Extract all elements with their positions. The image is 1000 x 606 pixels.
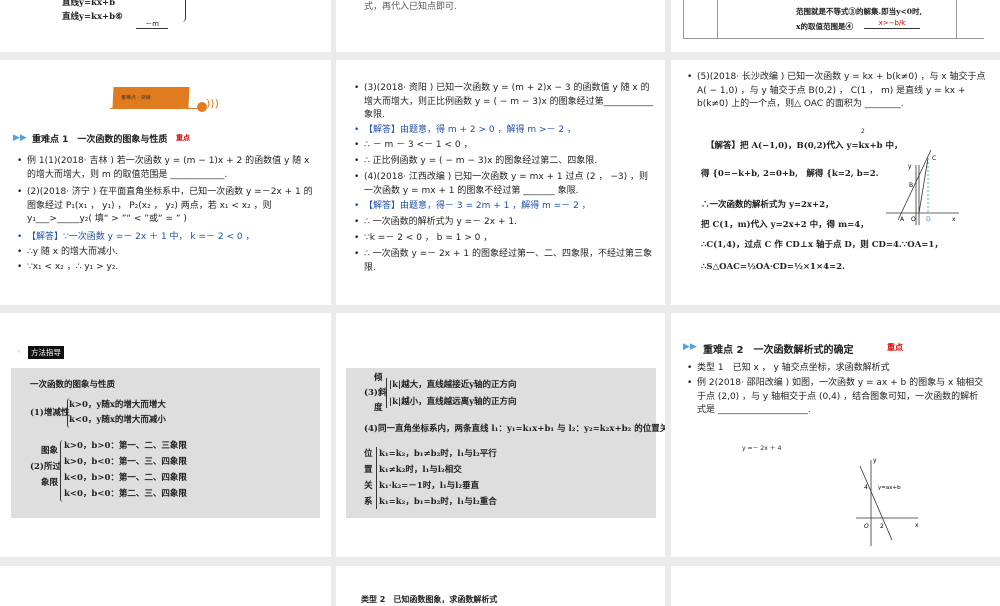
- bullet: (2)(2018· 济宁 ) 在平面直角坐标系中，已知一次函数 y =－2x +…: [17, 186, 317, 227]
- rule: (4)同一直角坐标系内，两条直线 l₁：y₁=k₁x+b₁ 与 l₂：y₂=k₂…: [364, 424, 665, 434]
- slide-thumbnail[interactable]: ▶▶ 重难点 2 一次函数解析式的确定 重点 类型 1 已知 x ， y 轴交点…: [671, 313, 1000, 557]
- slide-thumbnail[interactable]: 重难点 · 突破 ))) ▶▶ 重难点 1 一次函数的图象与性质 重点 例 1(…: [0, 60, 331, 305]
- answer-blank: －m: [136, 20, 168, 29]
- svg-text:y=ax+b: y=ax+b: [878, 485, 901, 491]
- answer-text: y =－ 2x ＋ 4: [742, 445, 782, 452]
- svg-text:x: x: [915, 522, 919, 529]
- bullet: ∴ 一次函数的解析式为 y =－ 2x + 1.: [354, 216, 654, 230]
- svg-text:x: x: [952, 216, 956, 223]
- bullet: ∵x₁ < x₂ ，∴ y₁ > y₂.: [17, 261, 317, 275]
- label: y: [908, 163, 912, 170]
- key-point-tag: 重点: [887, 343, 903, 352]
- bullet: 例 1(1)(2018· 吉林 ) 若一次函数 y = (m − 1)x + 2…: [17, 155, 317, 182]
- bullet: 【解答】由题意，得 m + 2 > 0 ，解得 m >－ 2 ，: [354, 124, 654, 138]
- double-arrow-icon: ▶▶: [683, 342, 697, 352]
- section-title: 重难点 2 一次函数解析式的确定: [703, 345, 854, 356]
- slide-thumbnail[interactable]: 倾 (3)斜 度 |k|越大，直线越接近y轴的正方向 |k|越小，直线越远离y轴…: [336, 313, 665, 557]
- text-line: 范围就是不等式③的解集.即当y<0时,: [796, 7, 923, 16]
- solution-line: ∴C(1,4)，过点 C 作 CD⊥x 轴于点 D，则 CD=4.∵OA=1，: [701, 240, 943, 250]
- label: 度: [374, 403, 383, 413]
- rule: |k|越大，直线越接近y轴的正方向: [389, 380, 517, 390]
- rule: |k|越小，直线越远离y轴的正方向: [389, 397, 517, 407]
- text-line: 直线y=kx+b: [62, 0, 116, 8]
- method-badge: 方法指导: [28, 346, 64, 359]
- slide-thumbnail[interactable]: 直线y=kx+b 直线y=kx+b⑥ －m: [0, 0, 331, 52]
- bullet: (3)(2018· 资阳 ) 已知一次函数 y = (m + 2)x − 3 的…: [354, 82, 654, 123]
- slide-thumbnail[interactable]: [671, 566, 1000, 606]
- svg-text:y: y: [873, 457, 877, 464]
- slide-thumbnail[interactable]: ☞ 方法指导 一次函数的图象与性质 (1)增减性 k>0，y随x的增大而增大 k…: [0, 313, 331, 557]
- slide-thumbnail[interactable]: 类型 2 已知函数图象，求函数解析式: [336, 566, 665, 606]
- rule: k₁=k₂，b₁=b₂时，l₁与l₂重合: [379, 497, 497, 507]
- bullet: ∴ － m － 3 <－ 1 < 0 ，: [354, 139, 654, 153]
- pointer-icon: ☞: [17, 349, 22, 355]
- text-line: 式，再代入已知点即可.: [364, 2, 457, 12]
- svg-text:C: C: [932, 155, 936, 162]
- slide-thumbnail[interactable]: (3)(2018· 资阳 ) 已知一次函数 y = (m + 2)x − 3 的…: [336, 60, 665, 305]
- bullet: ∴ 正比例函数 y = ( − m − 3)x 的图象经过第二、四象限.: [354, 155, 654, 169]
- double-arrow-icon: ▶▶: [13, 133, 27, 143]
- section-banner: 重难点 · 突破: [112, 87, 190, 108]
- label: 位: [364, 449, 373, 459]
- solution-line: 把 C(1，m)代入 y=2x+2 中，得 m=4，: [701, 220, 869, 230]
- slide-thumbnail[interactable]: (5)(2018· 长沙改编 ) 已知一次函数 y = kx + b(k≠0) …: [671, 60, 1000, 305]
- svg-text:O: O: [864, 523, 869, 530]
- label: 置: [364, 465, 373, 475]
- svg-text:4: 4: [864, 484, 868, 491]
- rule: k₁·k₂=－1时，l₁与l₂垂直: [379, 481, 480, 491]
- svg-text:B: B: [909, 182, 913, 189]
- bullet: 类型 1 已知 x ， y 轴交点坐标，求函数解析式: [687, 362, 987, 376]
- label: (3)斜: [364, 388, 387, 398]
- bullet: 【解答】∵一次函数 y =－ 2x ＋ 1 中， k =－ 2 < 0 ，: [17, 231, 317, 245]
- rule: k<0，b>0：第一、二、四象限: [64, 473, 187, 483]
- bullet: (4)(2018· 江西改编 ) 已知一次函数 y = mx + 1 过点 (2…: [354, 171, 654, 198]
- bullet: 【解答】由题意，得－ 3 = 2m + 1 ，解得 m =－ 2 ，: [354, 200, 654, 214]
- banner-line: [110, 108, 202, 109]
- triangle-diagram: y x A O D B C: [886, 150, 959, 225]
- text-line: 直线y=kx+b⑥: [62, 12, 123, 22]
- svg-text:D: D: [926, 216, 931, 223]
- rule: k>0，y随x的增大而增大: [69, 400, 166, 410]
- info-panel: 一次函数的图象与性质 (1)增减性 k>0，y随x的增大而增大 k<0，y随x的…: [11, 368, 320, 518]
- solution-line: 得 {0=−k+b, 2=0+b, 解得 {k=2, b=2.: [701, 169, 879, 179]
- slide-thumbnail[interactable]: 式，再代入已知点即可.: [336, 0, 665, 52]
- key-point-tag: 重点: [176, 134, 190, 142]
- svg-text:A: A: [900, 216, 905, 223]
- svg-text:2: 2: [880, 523, 884, 530]
- bullet: ∵k =－ 2 < 0 ， b = 1 > 0 ，: [354, 232, 654, 246]
- answer-blank: x>−b/k: [864, 18, 920, 29]
- rule: k>0，b>0：第一、二、三象限: [64, 441, 187, 451]
- label: 图象: [41, 446, 59, 456]
- section-title: 重难点 1 一次函数的图象与性质: [32, 135, 168, 145]
- label: 关: [364, 481, 373, 491]
- panel-title: 一次函数的图象与性质: [30, 380, 116, 390]
- sound-waves-icon: ))): [206, 97, 219, 110]
- svg-text:O: O: [911, 216, 916, 223]
- label: (2)所过: [30, 462, 61, 472]
- rule: k₁=k₂，b₁≠b₂时，l₁与l₂平行: [379, 449, 497, 459]
- solution-line: ∴S△OAC=½OA·CD=½×1×4=2.: [701, 262, 845, 272]
- bullet: ∴y 随 x 的增大而减小.: [17, 246, 317, 260]
- label: 象限: [41, 478, 59, 488]
- brace: [181, 0, 186, 22]
- solution-line: ∴一次函数的解析式为 y=2x+2，: [701, 200, 834, 210]
- answer-text: 2: [861, 128, 865, 135]
- slide-thumbnail[interactable]: [0, 566, 331, 606]
- line-graph: y x 4 2 O y=ax+b: [856, 457, 919, 546]
- bullet: ∴ 一次函数 y =－ 2x + 1 的图象经过第一、二、四象限，不经过第三象限…: [354, 248, 654, 275]
- label: 系: [364, 497, 373, 507]
- rule: k₁≠k₂时，l₁与l₂相交: [379, 465, 462, 475]
- info-panel: 倾 (3)斜 度 |k|越大，直线越接近y轴的正方向 |k|越小，直线越远离y轴…: [346, 368, 665, 518]
- rule: k<0，y随x的增大而减小: [69, 415, 166, 425]
- label: 倾: [374, 373, 383, 383]
- bullet: 例 2(2018· 邵阳改编 ) 如图，一次函数 y = ax + b 的图象与…: [687, 377, 987, 418]
- solution-line: 【解答】把 A(−1,0)，B(0,2)代入 y=kx+b 中，: [706, 141, 903, 151]
- slide-thumbnail[interactable]: 范围就是不等式③的解集.即当y<0时, x的取值范围是④ x>−b/k: [671, 0, 1000, 52]
- label: (1)增减性: [30, 408, 70, 418]
- text-line: x的取值范围是④: [796, 22, 853, 31]
- rule: k>0，b<0：第一、三、四象限: [64, 457, 187, 467]
- rule: k<0，b<0：第二、三、四象限: [64, 489, 187, 499]
- bullet: (5)(2018· 长沙改编 ) 已知一次函数 y = kx + b(k≠0) …: [687, 71, 987, 112]
